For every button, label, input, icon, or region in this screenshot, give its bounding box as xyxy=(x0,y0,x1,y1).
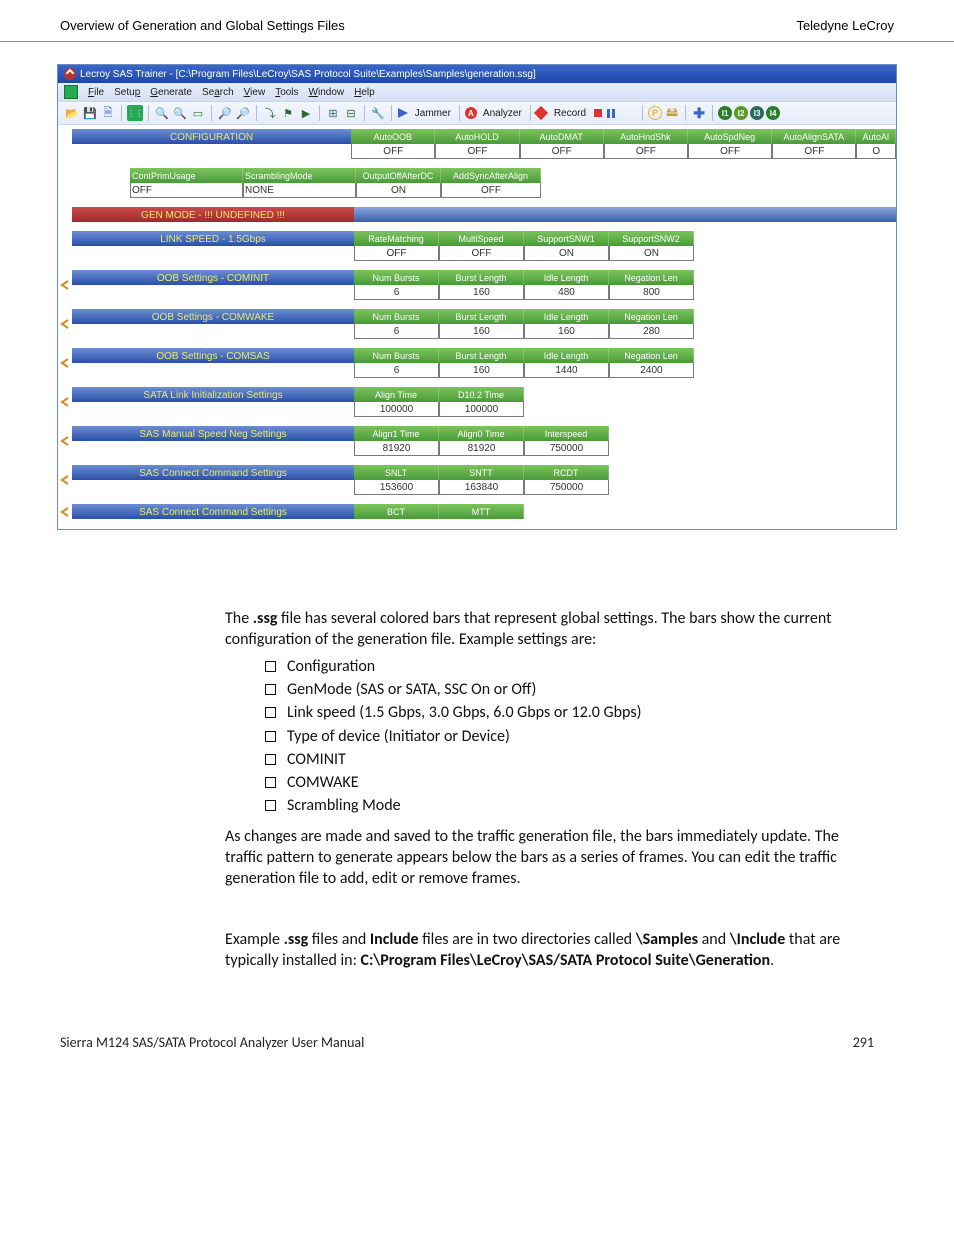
row-satalink: SATA Link Initialization Settings Align … xyxy=(58,387,896,417)
tree-expand-icon[interactable]: ⊞ xyxy=(325,105,341,121)
row-sasmanual: SAS Manual Speed Neg Settings Align1 Tim… xyxy=(58,426,896,456)
analyzer-icon: A xyxy=(465,107,477,119)
label-sasconn1[interactable]: SAS Connect Command Settings xyxy=(72,465,354,480)
app-up-icon xyxy=(64,68,76,80)
zoom-fit-icon[interactable]: ▭ xyxy=(190,105,206,121)
wrench-icon[interactable]: 🔧 xyxy=(370,105,386,121)
i2-icon[interactable]: I2 xyxy=(734,106,748,120)
menu-file[interactable]: File xyxy=(88,87,104,98)
jammer-button[interactable]: Jammer xyxy=(397,107,454,119)
row-comwake: OOB Settings - COMWAKE Num Bursts6 Burst… xyxy=(58,309,896,339)
toolbar: 📂 💾 🗎 ⋮⋮ 🔍 🔍 ▭ 🔎 🔎 ⤵ ⚑ ▶ ⊞ ⊟ 🔧 Jammer A … xyxy=(58,101,896,125)
row-cominit: OOB Settings - COMINIT Num Bursts6 Burst… xyxy=(58,270,896,300)
menu-setup[interactable]: Setup xyxy=(114,87,140,98)
window-title: Lecroy SAS Trainer - [C:\Program Files\L… xyxy=(80,69,536,80)
grid-area: CONFIGURATION AutoOOBOFF AutoHOLDOFF Aut… xyxy=(58,125,896,529)
save-as-icon[interactable]: 🗎 xyxy=(100,105,116,121)
analyzer-button[interactable]: A Analyzer xyxy=(465,107,525,119)
menu-tools[interactable]: Tools xyxy=(275,87,298,98)
zoom-out-icon[interactable]: 🔍 xyxy=(172,105,188,121)
module-icon[interactable] xyxy=(64,85,78,99)
bookmark-icon[interactable]: ⚑ xyxy=(280,105,296,121)
caret-icon[interactable] xyxy=(58,387,72,417)
label-comwake[interactable]: OOB Settings - COMWAKE xyxy=(72,309,354,324)
paragraph-1: The .ssg file has several colored bars t… xyxy=(225,608,874,650)
titlebar: Lecroy SAS Trainer - [C:\Program Files\L… xyxy=(58,65,896,83)
paragraph-3: Example .ssg files and Include files are… xyxy=(225,929,874,971)
find-icon[interactable]: 🔎 xyxy=(217,105,233,121)
record-button[interactable]: Record xyxy=(536,108,615,119)
footer-right: 291 xyxy=(853,1034,874,1051)
tree-collapse-icon[interactable]: ⊟ xyxy=(343,105,359,121)
label-comsas[interactable]: OOB Settings - COMSAS xyxy=(72,348,354,363)
menu-generate[interactable]: Generate xyxy=(150,87,192,98)
caret-icon[interactable] xyxy=(58,309,72,339)
menubar: File Setup Generate Search View Tools Wi… xyxy=(58,83,896,101)
caret-icon[interactable] xyxy=(58,504,72,519)
stop-icon[interactable] xyxy=(594,109,602,117)
caret-icon[interactable] xyxy=(58,426,72,456)
page-footer: Sierra M124 SAS/SATA Protocol Analyzer U… xyxy=(60,1034,874,1051)
caret-icon[interactable] xyxy=(58,465,72,495)
paragraph-2: As changes are made and saved to the tra… xyxy=(225,826,874,889)
marker-icon[interactable]: ▶ xyxy=(298,105,314,121)
goto-icon[interactable]: ⤵ xyxy=(262,105,278,121)
i4-icon[interactable]: I4 xyxy=(766,106,780,120)
header-left: Overview of Generation and Global Settin… xyxy=(60,18,345,33)
bullet-list: Configuration GenMode (SAS or SATA, SSC … xyxy=(265,656,874,816)
caret-icon[interactable] xyxy=(58,348,72,378)
menu-view[interactable]: View xyxy=(244,87,266,98)
p-icon[interactable]: P xyxy=(648,106,662,120)
options-icon[interactable]: ⋮⋮ xyxy=(127,105,143,121)
menu-window[interactable]: Window xyxy=(309,87,345,98)
row-configuration: CONFIGURATION AutoOOBOFF AutoHOLDOFF Aut… xyxy=(58,129,896,159)
row-sasconn1: SAS Connect Command Settings SNLT153600 … xyxy=(58,465,896,495)
label-sasconn2[interactable]: SAS Connect Command Settings xyxy=(72,504,354,519)
row-comsas: OOB Settings - COMSAS Num Bursts6 Burst … xyxy=(58,348,896,378)
list-item: Link speed (1.5 Gbps, 3.0 Gbps, 6.0 Gbps… xyxy=(265,702,874,723)
list-item: Configuration xyxy=(265,656,874,677)
row-linkspeed: LINK SPEED - 1.5Gbps RateMatchingOFF Mul… xyxy=(58,231,896,261)
label-cominit[interactable]: OOB Settings - COMINIT xyxy=(72,270,354,285)
body-text: The .ssg file has several colored bars t… xyxy=(225,608,874,972)
label-satalink[interactable]: SATA Link Initialization Settings xyxy=(72,387,354,402)
zoom-in-icon[interactable]: 🔍 xyxy=(154,105,170,121)
label-linkspeed[interactable]: LINK SPEED - 1.5Gbps xyxy=(72,231,354,246)
header-right: Teledyne LeCroy xyxy=(796,18,894,33)
menu-help[interactable]: Help xyxy=(354,87,375,98)
list-item: GenMode (SAS or SATA, SSC On or Off) xyxy=(265,679,874,700)
label-genmode[interactable]: GEN MODE - !!! UNDEFINED !!! xyxy=(72,207,354,222)
row-sasconn2: SAS Connect Command Settings BCT MTT xyxy=(58,504,896,519)
app-window: Lecroy SAS Trainer - [C:\Program Files\L… xyxy=(57,64,897,530)
list-item: COMINIT xyxy=(265,749,874,770)
record-icon xyxy=(534,106,548,120)
i3-icon[interactable]: I3 xyxy=(750,106,764,120)
page-header: Overview of Generation and Global Settin… xyxy=(0,0,954,42)
pause-icon[interactable] xyxy=(607,109,615,118)
find-next-icon[interactable]: 🔎 xyxy=(235,105,251,121)
row-contprim: ContPrimUsage OFF ScramblingMode NONE Ou… xyxy=(58,168,896,198)
list-item: Type of device (Initiator or Device) xyxy=(265,726,874,747)
open-icon[interactable]: 📂 xyxy=(64,105,80,121)
caret-icon[interactable] xyxy=(58,270,72,300)
menu-search[interactable]: Search xyxy=(202,87,234,98)
label-sasmanual[interactable]: SAS Manual Speed Neg Settings xyxy=(72,426,354,441)
save-icon[interactable]: 💾 xyxy=(82,105,98,121)
i1-icon[interactable]: I1 xyxy=(718,106,732,120)
port-icon[interactable]: 🖴 xyxy=(664,105,680,121)
label-configuration[interactable]: CONFIGURATION xyxy=(72,129,351,144)
list-item: Scrambling Mode xyxy=(265,795,874,816)
footer-left: Sierra M124 SAS/SATA Protocol Analyzer U… xyxy=(60,1034,364,1051)
add-icon[interactable]: ✚ xyxy=(691,105,707,121)
row-genmode: GEN MODE - !!! UNDEFINED !!! xyxy=(58,207,896,222)
list-item: COMWAKE xyxy=(265,772,874,793)
